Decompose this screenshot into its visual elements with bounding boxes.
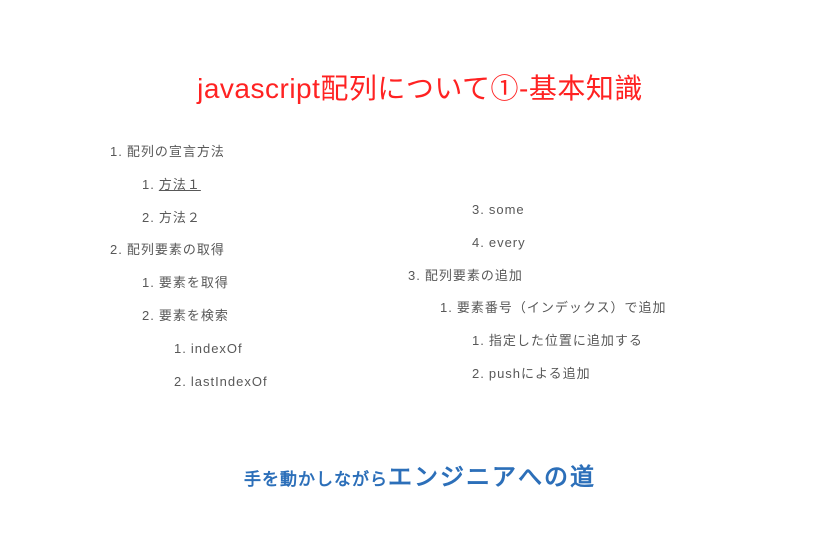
toc-item: 1. 指定した位置に追加する <box>472 331 748 352</box>
toc-item-number: 3. <box>472 202 485 217</box>
toc-item: 2. 方法２ <box>142 208 410 229</box>
toc-item-number: 2. <box>142 308 155 323</box>
toc-item: 3. 配列要素の追加 <box>408 266 748 287</box>
toc-item-number: 2. <box>142 210 155 225</box>
footer-tagline: 手を動かしながらエンジニアへの道 <box>0 457 840 492</box>
toc-item-text: 指定した位置に追加する <box>489 333 643 348</box>
toc-column-left: 1. 配列の宣言方法 1. 方法１ 2. 方法２ 2. 配列要素の取得 1. 要素を取得 2. 要素を… <box>110 142 410 404</box>
toc-item-number: 1. <box>110 144 123 159</box>
toc-item-number: 2. <box>174 374 187 389</box>
toc-item: 1. indexOf <box>174 339 410 360</box>
toc-item-number: 1. <box>472 333 485 348</box>
toc-item-text: 要素を検索 <box>159 308 229 323</box>
toc-item-number: 3. <box>408 268 421 283</box>
toc-item-number: 1. <box>142 177 155 192</box>
toc-item: 2. 要素を検索 <box>142 306 410 327</box>
toc-item: 1. 配列の宣言方法 <box>110 142 410 163</box>
toc-item-text: some <box>489 202 525 217</box>
toc-item-number: 1. <box>440 300 453 315</box>
toc-item-number: 2. <box>472 366 485 381</box>
toc-item: 1. 要素を取得 <box>142 273 410 294</box>
toc-item-text: every <box>489 235 526 250</box>
toc-item: 2. 配列要素の取得 <box>110 240 410 261</box>
toc-item-number: 4. <box>472 235 485 250</box>
toc-column-right: 3.some4.every3.配列要素の追加1.要素番号（インデックス）で追加1… <box>408 200 748 397</box>
toc-item-text: 要素番号（インデックス）で追加 <box>457 300 667 315</box>
page-title: javascript配列について①-基本知識 <box>0 67 840 107</box>
toc-item: 4. every <box>472 233 748 254</box>
toc-item: 1. 要素番号（インデックス）で追加 <box>440 298 748 319</box>
toc-item-number: 1. <box>174 341 187 356</box>
footer-big: エンジニアへの道 <box>388 464 596 491</box>
toc-item-text: 配列要素の追加 <box>425 268 523 283</box>
toc-item-text: 配列要素の取得 <box>127 242 225 257</box>
toc-item: 2. pushによる追加 <box>472 364 748 385</box>
toc-item-text: 配列の宣言方法 <box>127 144 225 159</box>
toc-item-number: 2. <box>110 242 123 257</box>
toc-item-text: lastIndexOf <box>191 374 268 389</box>
toc-item: 1. 方法１ <box>142 175 410 196</box>
toc-item: 3. some <box>472 200 748 221</box>
toc-link[interactable]: 方法１ <box>159 177 201 192</box>
toc-item: 2. lastIndexOf <box>174 372 410 393</box>
toc-item-text: 要素を取得 <box>159 275 229 290</box>
toc-item-text: pushによる追加 <box>489 366 591 381</box>
toc-item-text: indexOf <box>191 341 243 356</box>
toc-item-number: 1. <box>142 275 155 290</box>
document-page: javascript配列について①-基本知識 1. 配列の宣言方法 1. 方法１ 2. 方… <box>0 0 840 560</box>
footer-small: 手を動かしながら <box>244 470 388 489</box>
toc-item-text: 方法２ <box>159 210 201 225</box>
